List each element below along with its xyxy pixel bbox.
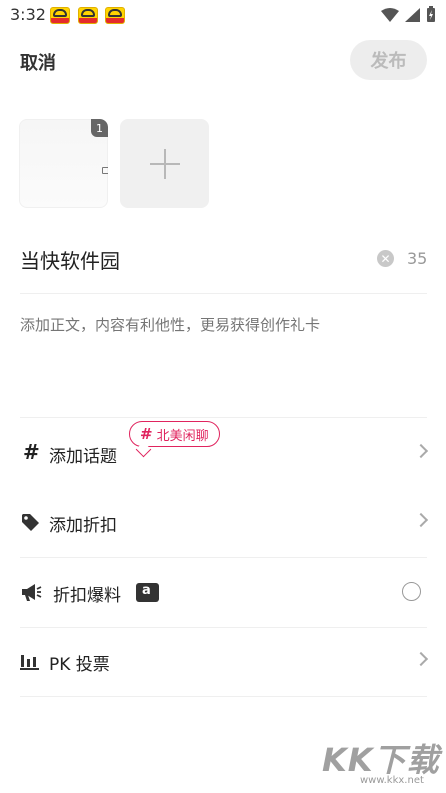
status-time: 3:32 — [10, 5, 46, 24]
top-bar: 取消 发布 — [0, 40, 446, 82]
notification-app-icon — [50, 7, 70, 24]
price-tag-icon — [22, 514, 39, 531]
signal-icon — [405, 7, 420, 22]
notification-app-icon — [105, 7, 125, 24]
divider — [20, 293, 427, 294]
battery-icon — [427, 6, 435, 22]
thumbnail-mark — [102, 167, 108, 174]
add-topic-label: 添加话题 — [49, 447, 117, 467]
wifi-icon — [381, 7, 399, 22]
discount-tip-row[interactable]: 折扣爆料 a — [0, 568, 446, 618]
divider — [20, 696, 427, 697]
system-icons — [381, 6, 436, 23]
bar-chart-icon — [20, 655, 39, 670]
add-topic-row[interactable]: # 添加话题 — [0, 429, 446, 479]
watermark-url: www.kkx.net — [360, 775, 424, 786]
megaphone-icon — [22, 584, 42, 601]
divider — [20, 557, 427, 558]
body-textarea[interactable] — [20, 316, 420, 334]
amazon-icon: a — [136, 583, 159, 602]
hashtag-icon: # — [23, 440, 40, 464]
status-bar: 3:32 — [0, 0, 446, 30]
add-discount-label: 添加折扣 — [49, 516, 117, 536]
discount-tip-label: 折扣爆料 — [53, 586, 121, 606]
divider — [20, 417, 427, 418]
publish-button[interactable]: 发布 — [350, 40, 427, 80]
title-input[interactable]: 当快软件园 — [20, 245, 120, 274]
char-count: 35 — [407, 249, 428, 268]
watermark: KK下载 www.kkx.net — [322, 735, 442, 789]
photo-thumbnail[interactable]: 1 — [19, 119, 108, 208]
chevron-right-icon — [413, 651, 429, 667]
chevron-right-icon — [413, 512, 429, 528]
divider — [20, 627, 427, 628]
cancel-button[interactable]: 取消 — [20, 49, 56, 75]
clear-icon[interactable]: ✕ — [377, 250, 394, 267]
add-discount-row[interactable]: 添加折扣 — [0, 498, 446, 548]
add-photo-button[interactable] — [120, 119, 209, 208]
notification-app-icon — [78, 7, 98, 24]
pk-vote-row[interactable]: PK 投票 — [0, 637, 446, 687]
pk-vote-label: PK 投票 — [49, 655, 110, 675]
photo-index-badge: 1 — [91, 119, 108, 137]
discount-tip-radio[interactable] — [402, 582, 421, 601]
chevron-right-icon — [413, 443, 429, 459]
